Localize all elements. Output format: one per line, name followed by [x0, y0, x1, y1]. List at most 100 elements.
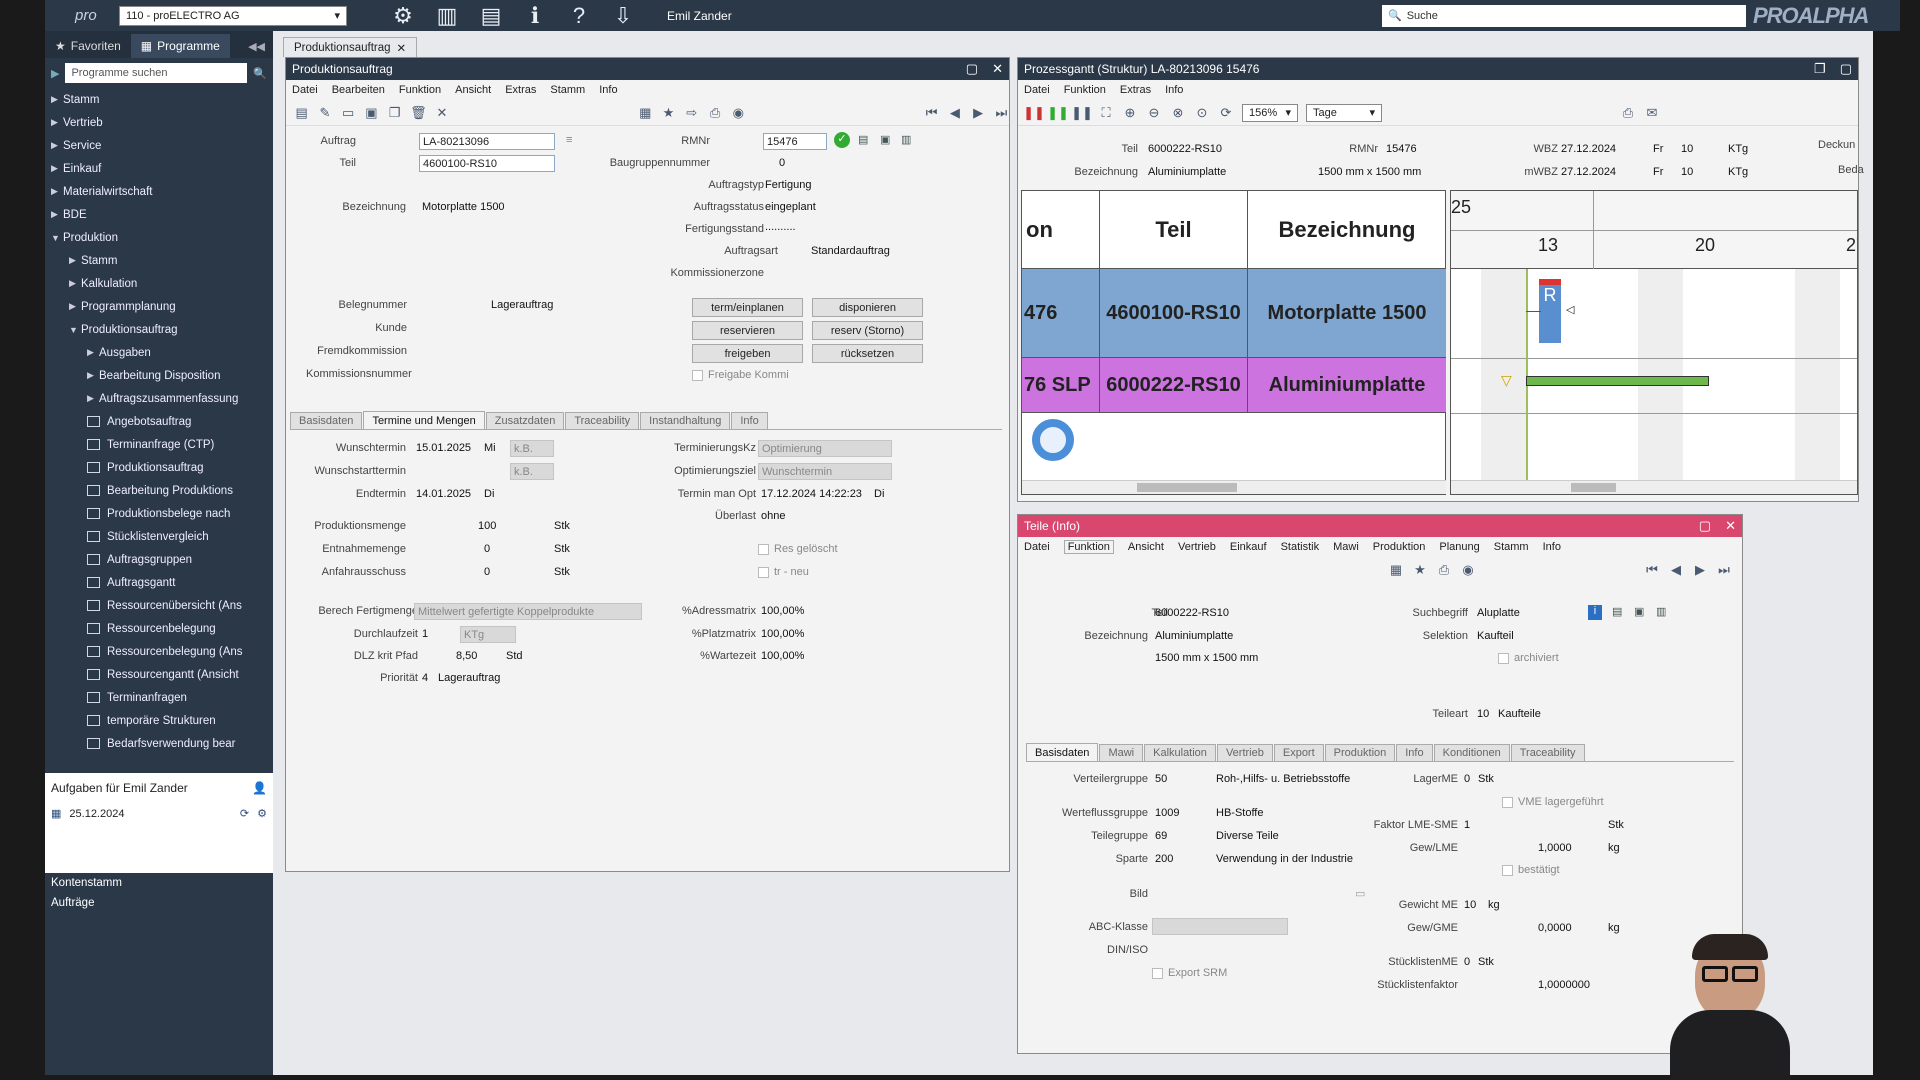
tab-info[interactable]: Info: [731, 412, 768, 429]
nav-tree-item[interactable]: Ressourcenübersicht (Ans: [45, 594, 273, 617]
tab-mawi[interactable]: Mawi: [1099, 744, 1144, 761]
nav-tree-item[interactable]: Bearbeitung Produktions: [45, 479, 273, 502]
menu-item[interactable]: Extras: [505, 84, 536, 96]
optimization-goal-field[interactable]: Wunschtermin: [758, 463, 892, 480]
confirmed-checkbox[interactable]: bestätigt: [1502, 864, 1560, 876]
panel-icon[interactable]: ▥: [433, 3, 461, 29]
nav-tree-item[interactable]: ▶ Auftragszusammenfassung: [45, 387, 273, 410]
nav-tree-item[interactable]: Auftragsgruppen: [45, 548, 273, 571]
nav-tree-item[interactable]: ▶ Stamm: [45, 249, 273, 272]
reserve-button[interactable]: reservieren: [692, 321, 803, 340]
menu-item[interactable]: Produktion: [1373, 541, 1426, 553]
scheduling-code-field[interactable]: Optimierung: [758, 440, 892, 457]
zoom-reset-icon[interactable]: ⊙: [1194, 105, 1210, 121]
prev-record-icon[interactable]: ◀: [1668, 562, 1684, 578]
layout-icon[interactable]: ▤: [477, 3, 505, 29]
cancel-icon[interactable]: ✕: [434, 105, 449, 121]
nav-tree-item[interactable]: ▶ Stamm: [45, 88, 273, 111]
nav-tree-item[interactable]: Terminanfragen: [45, 686, 273, 709]
tab-favorites[interactable]: ★ Favoriten: [45, 34, 131, 58]
next-record-icon[interactable]: ▶: [1692, 562, 1708, 578]
menu-item[interactable]: Funktion: [399, 84, 441, 96]
maximize-icon[interactable]: ▢: [1699, 518, 1711, 534]
menu-item[interactable]: Mawi: [1333, 541, 1359, 553]
nav-auftraege[interactable]: Aufträge: [45, 893, 273, 913]
calendar-icon[interactable]: ▦: [1388, 562, 1404, 578]
info-icon[interactable]: i: [1588, 605, 1602, 620]
tab-instandhaltung[interactable]: Instandhaltung: [640, 412, 731, 429]
menu-item[interactable]: Datei: [1024, 541, 1050, 553]
list-icon[interactable]: ▥: [901, 133, 911, 146]
tab-zusatzdaten[interactable]: Zusatzdaten: [485, 412, 565, 429]
close-icon[interactable]: ✕: [992, 61, 1003, 77]
tab-traceability[interactable]: Traceability: [1510, 744, 1585, 761]
menu-item[interactable]: Vertrieb: [1178, 541, 1216, 553]
zoom-fit-icon[interactable]: ⊗: [1170, 105, 1186, 121]
menu-item[interactable]: Ansicht: [455, 84, 491, 96]
pause-red-icon[interactable]: ❚❚: [1023, 105, 1045, 121]
fit-icon[interactable]: ⛶: [1098, 105, 1114, 121]
delete-icon[interactable]: 🗑: [410, 105, 427, 121]
close-icon[interactable]: ✕: [1725, 518, 1736, 534]
reservation-deleted-checkbox[interactable]: Res gelöscht: [758, 543, 838, 555]
tab-info[interactable]: Info: [1396, 744, 1433, 761]
schedule-button[interactable]: term/einplanen: [692, 298, 803, 317]
menu-item[interactable]: Info: [1165, 84, 1183, 96]
nav-tree-item[interactable]: Auftragsgantt: [45, 571, 273, 594]
menu-item[interactable]: Stamm: [1494, 541, 1529, 553]
tab-produktion[interactable]: Produktion: [1324, 744, 1396, 761]
dispose-button[interactable]: disponieren: [812, 298, 923, 317]
reset-button[interactable]: rücksetzen: [812, 344, 923, 363]
reserve-cancel-button[interactable]: reserv (Storno): [812, 321, 923, 340]
settings-gear-icon[interactable]: ⚙: [389, 3, 417, 29]
export-srm-checkbox[interactable]: Export SRM: [1152, 967, 1227, 979]
help-icon[interactable]: ?: [565, 3, 593, 29]
rmnr-field[interactable]: 15476: [763, 133, 827, 150]
copy-icon[interactable]: ❐: [387, 105, 402, 121]
maximize-icon[interactable]: ▢: [966, 61, 978, 77]
nav-tree-item[interactable]: Bedarfsverwendung bear: [45, 732, 273, 755]
menu-item[interactable]: Bearbeiten: [332, 84, 385, 96]
search-icon[interactable]: 🔍: [253, 67, 267, 80]
tab-basisdaten[interactable]: Basisdaten: [290, 412, 363, 429]
requested-date-kb-field[interactable]: k.B.: [510, 440, 554, 457]
maximize-icon[interactable]: ▢: [1840, 61, 1852, 77]
menu-item[interactable]: Ansicht: [1128, 541, 1164, 553]
first-record-icon[interactable]: ⏮: [1644, 562, 1660, 578]
nav-tree-item[interactable]: Ressourcenbelegung: [45, 617, 273, 640]
menu-item[interactable]: Info: [599, 84, 617, 96]
zoom-in-icon[interactable]: ⊕: [1122, 105, 1138, 121]
nav-tree-item[interactable]: ▶ BDE: [45, 203, 273, 226]
menu-item[interactable]: Funktion: [1064, 84, 1106, 96]
menu-item[interactable]: Info: [1543, 541, 1561, 553]
start-date-kb-field[interactable]: k.B.: [510, 463, 554, 480]
order-number-field[interactable]: LA-80213096: [419, 133, 555, 150]
nav-tree-item[interactable]: Angebotsauftrag: [45, 410, 273, 433]
forward-icon[interactable]: ⇨: [684, 105, 699, 121]
next-record-icon[interactable]: ▶: [970, 105, 985, 121]
collapse-icon[interactable]: ◀◀: [240, 40, 273, 58]
nav-tree-item[interactable]: ▼ Produktion: [45, 226, 273, 249]
nav-tree-item[interactable]: Produktionsauftrag: [45, 456, 273, 479]
tr-new-checkbox[interactable]: tr - neu: [758, 566, 809, 578]
calendar-icon[interactable]: ▦: [638, 105, 653, 121]
company-select[interactable]: 110 - proELECTRO AG ▾: [119, 5, 347, 26]
nav-tree-item[interactable]: Terminanfrage (CTP): [45, 433, 273, 456]
doc-icon[interactable]: ▤: [858, 133, 868, 146]
nav-tree-item[interactable]: ▶ Einkauf: [45, 157, 273, 180]
print-icon[interactable]: ⎙: [707, 105, 722, 121]
vme-stocked-checkbox[interactable]: VME lagergeführt: [1502, 796, 1604, 808]
nav-tree-item[interactable]: ▶ Ausgaben: [45, 341, 273, 364]
gantt-bar-row-2[interactable]: [1526, 376, 1709, 386]
gantt-row-2[interactable]: 76 SLP 6000222-RS10 Aluminiumplatte: [1022, 358, 1446, 413]
pause-green-icon[interactable]: ❚❚: [1047, 105, 1069, 121]
menu-item[interactable]: Extras: [1120, 84, 1151, 96]
refresh-icon[interactable]: ⟳: [1218, 105, 1234, 121]
nav-tree-item[interactable]: ▼ Produktionsauftrag: [45, 318, 273, 341]
calendar-icon[interactable]: ▦: [51, 807, 61, 820]
save-icon[interactable]: ▣: [364, 105, 379, 121]
archived-checkbox[interactable]: archiviert: [1498, 652, 1559, 664]
favorite-star-icon[interactable]: ★: [1412, 562, 1428, 578]
zoom-out-icon[interactable]: ⊖: [1146, 105, 1162, 121]
menu-item[interactable]: Datei: [1024, 84, 1050, 96]
